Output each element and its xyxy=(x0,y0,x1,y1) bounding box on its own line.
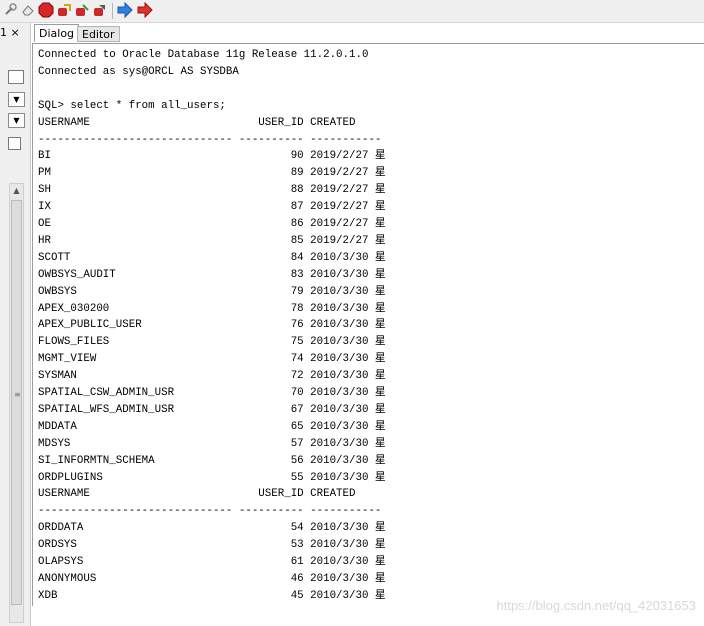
output-line: USERNAME USER_ID CREATED xyxy=(38,488,356,501)
scroll-grip-icon: ≡ xyxy=(14,390,21,399)
scrollbar-thumb[interactable]: ≡ xyxy=(11,200,22,605)
output-line: ORDSYS 53 2010/3/30 星 xyxy=(38,539,386,552)
output-line: Connected as sys@ORCL AS SYSDBA xyxy=(38,65,239,78)
dropdown-arrow-icon[interactable]: ▼ xyxy=(8,92,25,107)
output-line: OWBSYS_AUDIT 83 2010/3/30 星 xyxy=(38,268,386,281)
settings-wrench-icon[interactable] xyxy=(2,2,18,18)
output-line: SYSMAN 72 2010/3/30 星 xyxy=(38,370,386,383)
output-line: ORDPLUGINS 55 2010/3/30 星 xyxy=(38,471,386,484)
output-line: SPATIAL_CSW_ADMIN_USR 70 2010/3/30 星 xyxy=(38,387,386,399)
stop-icon[interactable] xyxy=(38,2,54,18)
panel-box[interactable] xyxy=(8,70,24,84)
output-line: USERNAME USER_ID CREATED xyxy=(38,116,356,129)
clear-icon[interactable] xyxy=(20,2,36,18)
tab-editor[interactable]: Editor xyxy=(77,26,120,42)
output-line: ------------------------------ ---------… xyxy=(38,505,382,518)
document-icon[interactable] xyxy=(8,137,21,150)
output-line: XDB 45 2010/3/30 星 xyxy=(38,589,386,602)
output-line: Connected to Oracle Database 11g Release… xyxy=(38,49,369,61)
sql-output-area[interactable]: Connected to Oracle Database 11g Release… xyxy=(32,44,704,606)
left-panel-tab[interactable]: 1 × xyxy=(0,25,29,41)
output-line: PM 89 2019/2/27 星 xyxy=(38,167,386,180)
left-scrollbar[interactable]: ▲ ≡ xyxy=(9,183,24,623)
forward-icon[interactable] xyxy=(117,2,133,18)
output-line: APEX_PUBLIC_USER 76 2010/3/30 星 xyxy=(38,319,386,332)
output-line: OLAPSYS 61 2010/3/30 星 xyxy=(38,556,386,568)
scroll-up-arrow-icon[interactable]: ▲ xyxy=(10,184,23,198)
output-line: OWBSYS 79 2010/3/30 星 xyxy=(38,285,386,298)
watermark: https://blog.csdn.net/qq_42031653 xyxy=(496,598,697,613)
output-line: SI_INFORMTN_SCHEMA 56 2010/3/30 星 xyxy=(38,454,386,467)
dropdown-arrow-icon-2[interactable]: ▼ xyxy=(8,113,25,128)
output-line: SQL> select * from all_users; xyxy=(38,99,226,112)
toolbar xyxy=(0,0,704,23)
output-line: MDSYS 57 2010/3/30 星 xyxy=(38,437,386,450)
output-line: IX 87 2019/2/27 星 xyxy=(38,201,386,214)
output-line: BI 90 2019/2/27 星 xyxy=(38,150,386,163)
output-line: OE 86 2019/2/27 星 xyxy=(38,218,386,230)
output-line: APEX_030200 78 2010/3/30 星 xyxy=(38,302,386,315)
save-icon[interactable] xyxy=(92,2,108,18)
left-panel: 1 × ▼ ▼ ▲ ≡ xyxy=(0,23,31,626)
output-line: SH 88 2019/2/27 星 xyxy=(38,184,386,197)
tab-dialog[interactable]: Dialog xyxy=(34,24,80,42)
output-line: FLOWS_FILES 75 2010/3/30 星 xyxy=(38,336,386,349)
output-line: ORDDATA 54 2010/3/30 星 xyxy=(38,522,386,535)
output-line: MGMT_VIEW 74 2010/3/30 星 xyxy=(38,353,386,366)
toolbar-separator xyxy=(112,3,113,19)
output-line: SCOTT 84 2010/3/30 星 xyxy=(38,251,386,264)
output-line: MDDATA 65 2010/3/30 星 xyxy=(38,420,386,433)
back-icon[interactable] xyxy=(137,2,153,18)
output-line: SPATIAL_WFS_ADMIN_USR 67 2010/3/30 星 xyxy=(38,403,386,416)
rollback-icon[interactable] xyxy=(74,2,90,18)
output-line: ------------------------------ ---------… xyxy=(38,133,382,146)
commit-icon[interactable] xyxy=(56,2,72,18)
tab-bar: Dialog Editor xyxy=(32,23,704,44)
output-line: ANONYMOUS 46 2010/3/30 星 xyxy=(38,572,386,585)
output-line: HR 85 2019/2/27 星 xyxy=(38,234,386,247)
